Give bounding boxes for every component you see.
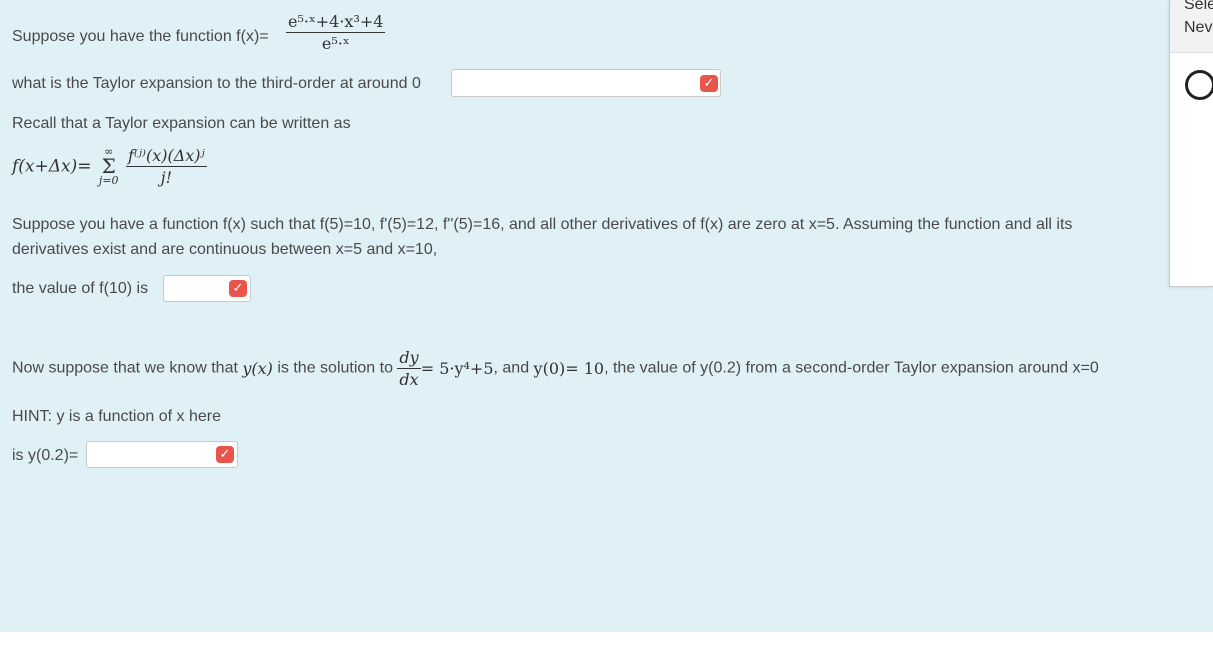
q2-prompt: the value of f(10) is <box>12 280 149 297</box>
q1-numerator: e⁵·ˣ+4·x³+4 <box>286 12 386 33</box>
q1-denominator: e⁵·ˣ <box>321 34 350 53</box>
q3-dx: dx <box>399 370 419 389</box>
q3-mid: is the solution to <box>272 359 398 377</box>
profile-icon[interactable] <box>1185 70 1213 100</box>
q1-answer-input[interactable] <box>451 69 721 97</box>
sum-operator: ∞ Σ j=0 <box>98 146 119 187</box>
q3-hint: HINT: y is a function of x here <box>12 408 221 425</box>
sum-symbol: Σ <box>101 153 116 178</box>
q3-yx: y(x) <box>242 359 273 378</box>
q1-prefix: Suppose you have the function f(x)= <box>12 28 269 45</box>
recall-text: Recall that a Taylor expansion can be wr… <box>12 115 351 132</box>
formula-frac-top: f⁽ʲ⁾(x)(Δx)ʲ <box>125 146 207 167</box>
q3-post2: , the value of y(0.2) from a second-orde… <box>604 359 1099 377</box>
side-panel-line2[interactable]: Nev <box>1184 19 1212 37</box>
q1-question: what is the Taylor expansion to the thir… <box>12 75 421 92</box>
side-panel: Sele Nev <box>1169 0 1213 287</box>
formula-lhs: f(x+Δx)= <box>12 156 92 177</box>
side-panel-line1[interactable]: Sele <box>1184 0 1213 14</box>
formula-frac-bot: j! <box>160 168 173 187</box>
q3-pre: Now suppose that we know that <box>12 359 243 377</box>
check-icon[interactable]: ✓ <box>700 75 718 92</box>
taylor-formula: f(x+Δx)= ∞ Σ j=0 f⁽ʲ⁾(x)(Δx)ʲ j! <box>12 146 207 187</box>
q2-line2: derivatives exist and are continuous bet… <box>12 241 438 258</box>
q3-y0: y(0)= 10 <box>533 359 605 378</box>
sum-sub: j=0 <box>98 173 119 187</box>
question-panel: Suppose you have the function f(x)= e⁵·ˣ… <box>0 0 1213 632</box>
q2-line1: Suppose you have a function f(x) such th… <box>12 216 1073 233</box>
q3-post1: , and <box>493 359 534 377</box>
q3-prompt: is y(0.2)= <box>12 447 79 464</box>
q1-fraction: e⁵·ˣ+4·x³+4 e⁵·ˣ <box>286 12 386 53</box>
q3-dy: dy <box>397 348 421 369</box>
check-icon[interactable]: ✓ <box>229 280 247 297</box>
check-icon[interactable]: ✓ <box>216 446 234 463</box>
q3-statement: Now suppose that we know that y(x) is th… <box>12 348 1099 389</box>
side-panel-header: Sele Nev <box>1170 0 1213 53</box>
q3-rhs: = 5·y⁴+5 <box>420 359 494 378</box>
